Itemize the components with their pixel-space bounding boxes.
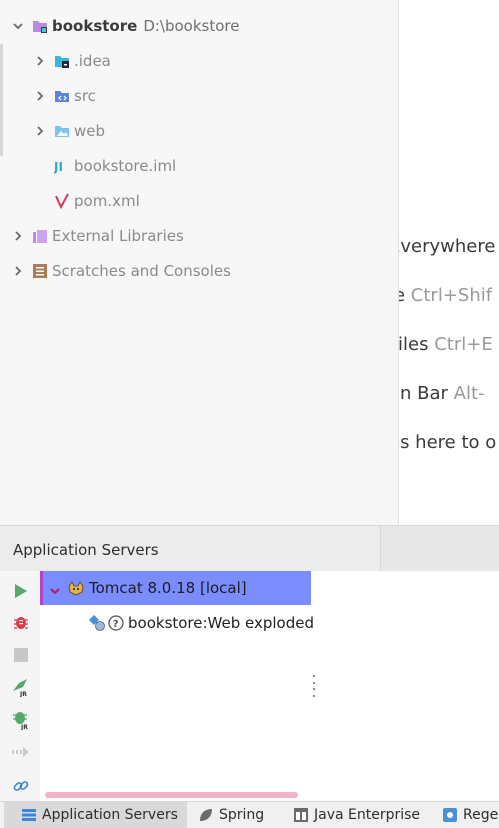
root-path: D:\bookstore bbox=[143, 16, 240, 35]
tree-item-src[interactable]: src bbox=[34, 78, 96, 113]
horizontal-scrollbar[interactable] bbox=[45, 792, 298, 798]
tree-item-label: External Libraries bbox=[52, 226, 184, 245]
tree-item-iml[interactable]: JI bookstore.iml bbox=[53, 148, 177, 183]
update-running-app-button[interactable]: JR bbox=[11, 677, 31, 697]
tab-java-enterprise[interactable]: Java Enterprise bbox=[294, 802, 420, 828]
tree-item-web[interactable]: web bbox=[34, 113, 105, 148]
tree-item-label: src bbox=[74, 86, 96, 105]
hint-search-everywhere: Everywhere bbox=[399, 236, 495, 257]
tab-label: Spring bbox=[219, 807, 265, 823]
chevron-right-icon[interactable] bbox=[12, 265, 24, 277]
tree-root-bookstore[interactable]: bookstore D:\bookstore bbox=[12, 8, 239, 43]
server-item-tomcat[interactable]: Tomcat 8.0.18 [local] bbox=[40, 571, 311, 605]
bottom-tool-tabs: Application Servers Spring Java Enterpri… bbox=[0, 801, 499, 828]
tool-window-header: Application Servers bbox=[0, 525, 499, 572]
servers-tree: Tomcat 8.0.18 [local] ? bookstore:Web ex… bbox=[40, 571, 314, 801]
stop-button[interactable] bbox=[11, 645, 31, 665]
deploy-button[interactable] bbox=[11, 742, 31, 762]
link-icon bbox=[13, 781, 29, 791]
splitter-dot bbox=[313, 688, 315, 691]
debug-icon bbox=[14, 617, 28, 629]
maven-icon bbox=[54, 193, 70, 209]
tree-item-label: Scratches and Consoles bbox=[52, 261, 231, 280]
run-button[interactable] bbox=[11, 581, 31, 601]
tomcat-icon bbox=[67, 580, 85, 596]
hint-text: es here to o bbox=[399, 432, 497, 453]
tree-item-label: bookstore.iml bbox=[74, 156, 177, 175]
hint-text: on Bar bbox=[399, 383, 448, 404]
stop-icon bbox=[14, 648, 28, 662]
chevron-right-icon[interactable] bbox=[34, 125, 46, 137]
tree-item-external-libraries[interactable]: External Libraries bbox=[12, 218, 184, 253]
svg-text:JR: JR bbox=[20, 724, 28, 730]
project-tree-panel: bookstore D:\bookstore .idea src web JI … bbox=[0, 0, 399, 525]
scroll-indicator bbox=[0, 44, 3, 156]
tab-label: Application Servers bbox=[42, 807, 178, 823]
source-folder-icon bbox=[54, 88, 70, 104]
library-icon bbox=[32, 228, 48, 244]
run-icon bbox=[15, 584, 27, 598]
web-folder-icon bbox=[54, 123, 70, 139]
chevron-down-icon[interactable] bbox=[12, 20, 24, 32]
hint-text: Files bbox=[399, 334, 429, 355]
tree-item-scratches[interactable]: Scratches and Consoles bbox=[12, 253, 231, 288]
java-enterprise-icon bbox=[294, 808, 308, 822]
hint-navigation-bar: on Bar Alt- bbox=[399, 383, 485, 404]
jrebel-debug-icon: JR bbox=[13, 712, 28, 730]
servers-toolbar: JR JR bbox=[0, 571, 40, 801]
debug-button[interactable] bbox=[11, 612, 31, 632]
application-servers-panel: JR JR Tomcat 8.0.18 [local] ? bookstore:… bbox=[0, 571, 499, 801]
hint-shortcut: Ctrl+E bbox=[434, 334, 493, 355]
svg-text:JR: JR bbox=[19, 691, 27, 697]
tab-label: Rege bbox=[463, 807, 499, 823]
splitter-dot bbox=[313, 694, 315, 697]
root-name: bookstore bbox=[52, 16, 138, 35]
hint-text: le bbox=[399, 285, 406, 306]
question-icon: ? bbox=[108, 615, 124, 631]
tool-window-title: Application Servers bbox=[13, 541, 159, 559]
tab-application-servers[interactable]: Application Servers bbox=[4, 802, 187, 828]
module-folder-icon bbox=[32, 18, 48, 34]
server-label: Tomcat 8.0.18 [local] bbox=[89, 579, 247, 597]
splitter-handle[interactable] bbox=[311, 675, 317, 697]
chevron-right-icon[interactable] bbox=[34, 90, 46, 102]
chevron-right-icon[interactable] bbox=[12, 230, 24, 242]
deploy-arrow-icon bbox=[12, 747, 29, 757]
editor-empty-state: Everywhere le Ctrl+Shif Files Ctrl+E on … bbox=[399, 0, 499, 525]
iml-file-icon: JI bbox=[53, 158, 70, 174]
tab-regex[interactable]: Rege bbox=[443, 802, 498, 828]
spring-leaf-icon bbox=[199, 808, 213, 822]
web-artifact-icon bbox=[88, 614, 106, 632]
chevron-down-icon[interactable] bbox=[49, 582, 61, 595]
hint-shortcut: Ctrl+Shif bbox=[410, 285, 493, 306]
tree-item-label: pom.xml bbox=[74, 191, 140, 210]
scratches-icon bbox=[32, 263, 48, 279]
open-browser-button[interactable] bbox=[11, 776, 31, 796]
tab-label: Java Enterprise bbox=[314, 807, 421, 823]
hint-shortcut: Alt- bbox=[453, 383, 485, 404]
tree-item-pom[interactable]: pom.xml bbox=[54, 183, 140, 218]
tree-item-idea[interactable]: .idea bbox=[34, 43, 111, 78]
tree-item-label: web bbox=[74, 121, 106, 140]
hint-drop-files: es here to o bbox=[399, 432, 496, 453]
svg-text:?: ? bbox=[113, 619, 119, 630]
jrebel-run-icon: JR bbox=[13, 679, 27, 697]
tab-spring[interactable]: Spring bbox=[199, 802, 264, 828]
regex-icon bbox=[443, 808, 457, 822]
svg-text:JI: JI bbox=[54, 160, 63, 174]
chevron-right-icon[interactable] bbox=[34, 55, 46, 67]
idea-folder-icon bbox=[54, 53, 70, 69]
hint-recent-files: Files Ctrl+E bbox=[399, 334, 493, 355]
artifact-item[interactable]: ? bookstore:Web exploded bbox=[88, 607, 314, 639]
jrebel-debug-button[interactable]: JR bbox=[11, 710, 31, 730]
splitter-dot bbox=[313, 675, 315, 677]
tool-window-secondary-pane bbox=[380, 526, 499, 572]
tree-item-label: .idea bbox=[74, 51, 111, 70]
splitter-dot bbox=[313, 681, 315, 684]
artifact-label: bookstore:Web exploded bbox=[128, 614, 315, 632]
hint-go-to-file: le Ctrl+Shif bbox=[399, 285, 492, 306]
hint-text: Everywhere bbox=[399, 236, 496, 257]
application-servers-icon bbox=[22, 808, 36, 822]
